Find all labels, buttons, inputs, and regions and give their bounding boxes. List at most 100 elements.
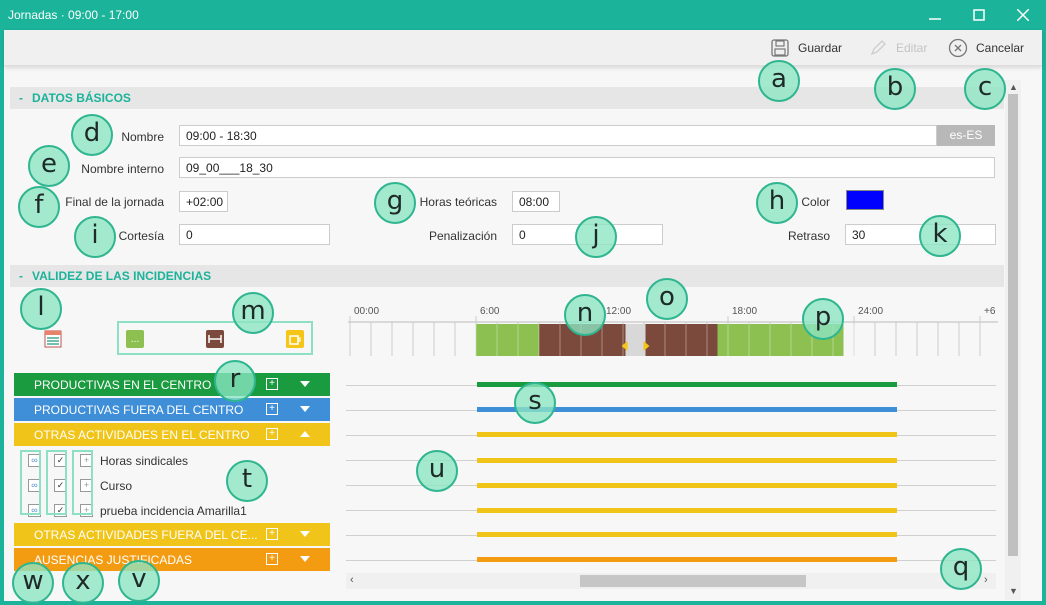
timeline-tick-label: +6	[984, 306, 996, 317]
subitem-label: Curso	[100, 479, 133, 493]
save-label: Guardar	[798, 41, 843, 55]
add-icon[interactable]: +	[266, 553, 278, 565]
close-icon	[1017, 9, 1029, 21]
window-body: Guardar Editar Cancelar - DATOS BÁSICOS …	[4, 30, 1042, 604]
collapse-icon: -	[19, 269, 23, 283]
coffee-view-button[interactable]	[285, 329, 305, 352]
save-button[interactable]: Guardar	[770, 37, 842, 59]
nombre-interno-input[interactable]: 09_00___18_30	[179, 157, 995, 178]
annotation-w: w	[12, 562, 54, 604]
annotation-v: v	[118, 560, 160, 602]
category-bar[interactable]	[477, 532, 897, 537]
category-label: OTRAS ACTIVIDADES FUERA DEL CE...	[34, 527, 258, 542]
category-row[interactable]: OTRAS ACTIVIDADES EN EL CENTRO +	[14, 423, 330, 446]
annotation-c: c	[964, 68, 1006, 110]
vertical-scrollbar[interactable]: ▲ ▼	[1005, 80, 1021, 600]
annotation-r: r	[214, 360, 256, 402]
add-icon[interactable]: +	[266, 528, 278, 540]
save-icon	[771, 39, 789, 57]
link-column-highlight	[20, 450, 41, 515]
annotation-f: f	[18, 186, 60, 228]
horas-teoricas-input[interactable]: 08:00	[512, 191, 560, 212]
expand-arrow-icon[interactable]	[300, 556, 310, 562]
table-icon	[44, 330, 62, 348]
cancel-button[interactable]: Cancelar	[948, 37, 1024, 59]
check-column-highlight	[46, 450, 67, 515]
horizontal-scroll-thumb[interactable]	[580, 575, 806, 587]
title-bar: Jornadas · 09:00 - 17:00	[0, 0, 1046, 30]
final-jornada-input[interactable]: +02:00	[179, 191, 228, 212]
horizontal-scrollbar[interactable]: ‹ ›	[346, 573, 996, 589]
plus-column-highlight	[72, 450, 93, 515]
add-icon[interactable]: +	[266, 403, 278, 415]
maximize-button[interactable]	[956, 0, 1002, 30]
category-label: PRODUCTIVAS EN EL CENTRO	[34, 377, 212, 392]
subitem-label: prueba incidencia Amarilla1	[100, 504, 247, 518]
edit-button[interactable]: Editar	[868, 37, 927, 59]
edit-label: Editar	[896, 41, 928, 55]
annotation-d: d	[71, 114, 113, 156]
subitem-bar[interactable]	[477, 508, 897, 513]
category-label: AUSENCIAS JUSTIFICADAS	[34, 552, 193, 567]
expand-arrow-icon[interactable]	[300, 406, 310, 412]
category-row[interactable]: OTRAS ACTIVIDADES FUERA DEL CE... +	[14, 523, 330, 546]
final-jornada-label: Final de la jornada	[65, 195, 164, 209]
annotation-t: t	[226, 460, 268, 502]
expand-arrow-icon[interactable]	[300, 531, 310, 537]
view-mode-group: ...	[117, 321, 313, 355]
section-validity-header[interactable]: - VALIDEZ DE LAS INCIDENCIAS	[10, 265, 1004, 287]
add-icon[interactable]: +	[266, 428, 278, 440]
category-bar[interactable]	[477, 557, 897, 562]
minimize-button[interactable]	[912, 0, 958, 30]
language-badge[interactable]: es-ES	[937, 125, 995, 146]
annotation-a: a	[758, 60, 800, 102]
collapse-arrow-icon[interactable]	[300, 431, 310, 437]
break-marker[interactable]	[625, 324, 646, 356]
category-row[interactable]: PRODUCTIVAS FUERA DEL CENTRO +	[14, 398, 330, 421]
annotation-l: l	[20, 288, 62, 330]
annotation-e: e	[28, 145, 70, 187]
scroll-up-icon[interactable]: ▲	[1009, 82, 1018, 92]
list-view-button[interactable]	[44, 330, 62, 351]
annotation-p: p	[802, 298, 844, 340]
timeline-segment[interactable]	[476, 324, 539, 356]
timeline-tick-label: 00:00	[354, 306, 379, 317]
add-icon[interactable]: +	[266, 378, 278, 390]
section-basic-header[interactable]: - DATOS BÁSICOS	[10, 87, 1004, 109]
scroll-right-icon[interactable]: ›	[984, 574, 988, 586]
toolbar: Guardar Editar Cancelar	[4, 30, 1042, 66]
green-view-button[interactable]: ...	[125, 329, 145, 352]
coffee-icon	[286, 330, 304, 348]
maximize-icon	[973, 9, 985, 21]
nombre-input[interactable]: 09:00 - 18:30	[179, 125, 937, 146]
cancel-label: Cancelar	[976, 41, 1025, 55]
annotation-s: s	[514, 382, 556, 424]
scroll-left-icon[interactable]: ‹	[350, 574, 354, 586]
close-button[interactable]	[1000, 0, 1046, 30]
annotation-m: m	[232, 292, 274, 334]
timeline-tick-label: 24:00	[858, 306, 883, 317]
expand-arrow-icon[interactable]	[300, 381, 310, 387]
annotation-x: x	[62, 562, 104, 604]
cancel-icon	[948, 38, 968, 58]
annotation-b: b	[874, 68, 916, 110]
timeline-tick-label: 12:00	[606, 306, 631, 317]
scroll-down-icon[interactable]: ▼	[1009, 586, 1018, 596]
category-bar[interactable]	[477, 432, 897, 437]
category-row[interactable]: PRODUCTIVAS EN EL CENTRO +	[14, 373, 330, 396]
green-box-icon: ...	[126, 330, 144, 348]
color-swatch[interactable]	[846, 190, 884, 210]
collapse-icon: -	[19, 91, 23, 105]
vertical-scroll-thumb[interactable]	[1008, 94, 1018, 556]
annotation-n: n	[564, 294, 606, 336]
category-row[interactable]: AUSENCIAS JUSTIFICADAS +	[14, 548, 330, 571]
cortesia-input[interactable]: 0	[179, 224, 330, 245]
minimize-icon	[929, 18, 941, 20]
subitem-bar[interactable]	[477, 458, 897, 463]
annotation-h: h	[756, 182, 798, 224]
retraso-label: Retraso	[787, 229, 830, 243]
subitem-bar[interactable]	[477, 483, 897, 488]
timeline-tick-label: 18:00	[732, 306, 757, 317]
category-label: OTRAS ACTIVIDADES EN EL CENTRO	[34, 427, 250, 442]
brown-view-button[interactable]	[205, 329, 225, 352]
